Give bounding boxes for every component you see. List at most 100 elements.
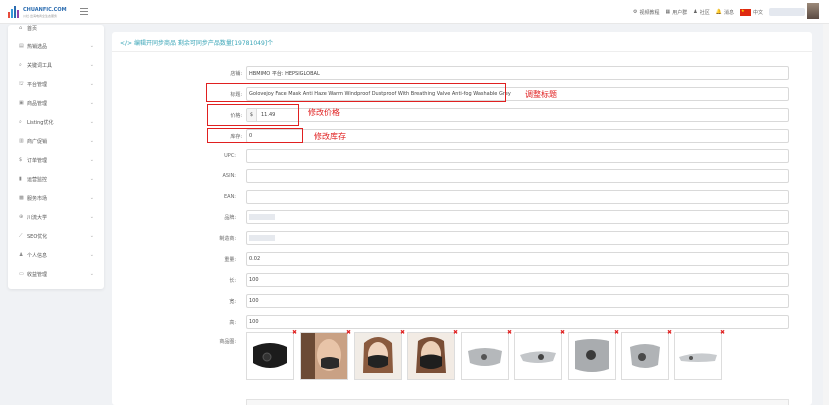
width-input[interactable]: 100 <box>246 294 789 308</box>
upc-input[interactable] <box>246 149 789 163</box>
sidebar-item-earnings[interactable]: ▭ 收益管理 ⌄ <box>8 268 104 280</box>
length-label: 长: <box>229 278 236 284</box>
product-image-thumb[interactable]: ✖ <box>461 329 512 380</box>
model-photo-image <box>355 333 401 379</box>
menu-toggle-icon[interactable] <box>80 8 88 15</box>
code-icon: </> <box>120 40 134 47</box>
nav-user-group[interactable]: ▦ 用户群 <box>665 9 687 16</box>
user-icon: ♟ <box>693 9 698 15</box>
cart-icon: ▤ <box>19 43 24 49</box>
sidebar-item-hot-products[interactable]: ▤ 热销选品 ⌄ <box>8 40 104 52</box>
grid-icon: ▦ <box>665 9 671 15</box>
nav-language[interactable]: 中文 <box>739 8 763 16</box>
remove-image-icon[interactable]: ✖ <box>453 329 458 336</box>
flag-icon <box>739 8 751 16</box>
ean-input[interactable] <box>246 190 789 204</box>
description-editor[interactable] <box>246 399 789 405</box>
stock-annotation: 修改库存 <box>314 132 346 141</box>
remove-image-icon[interactable]: ✖ <box>667 329 672 336</box>
grey-mask-image <box>575 339 609 372</box>
page-scrollbar[interactable] <box>823 24 829 405</box>
black-mask-image <box>253 343 287 368</box>
chevron-down-icon: ⌄ <box>89 81 94 87</box>
sidebar-item-promotion[interactable]: ▥ 商广促销 ⌄ <box>8 135 104 147</box>
sidebar-item-seo[interactable]: ⟋ SEO优化 ⌄ <box>8 230 104 242</box>
sidebar-item-listing[interactable]: ⌕ Listing优化 ⌄ <box>8 116 104 128</box>
chevron-down-icon: ⌄ <box>89 100 94 106</box>
grey-mask-image <box>679 353 717 362</box>
sidebar-item-university[interactable]: ⊕ 川流大学 ⌄ <box>8 211 104 223</box>
product-image-thumb[interactable]: ✖ <box>568 329 619 380</box>
logo-text: CHUANFIC.COM <box>23 7 67 13</box>
model-photo-image <box>301 333 347 379</box>
store-label: 店铺: <box>230 71 242 77</box>
sidebar-item-monitoring[interactable]: ▮ 运营监控 ⌄ <box>8 173 104 185</box>
product-image-thumb[interactable]: ✖ <box>674 329 725 380</box>
manufacturer-input[interactable] <box>246 231 789 245</box>
product-image-thumb[interactable]: ✖ <box>354 329 405 380</box>
sidebar-item-orders[interactable]: $ 订单管理 ⌄ <box>8 154 104 166</box>
grey-mask-image <box>520 351 556 363</box>
chart-icon: ▮ <box>19 176 22 182</box>
title-annotation: 调整标题 <box>525 90 557 99</box>
weight-input[interactable]: 0.02 <box>246 252 789 266</box>
brand-label: 品牌: <box>224 215 236 221</box>
asin-input[interactable] <box>246 169 789 183</box>
person-icon: ♟ <box>19 252 24 258</box>
upc-label: UPC: <box>224 153 236 159</box>
sidebar-item-service-market[interactable]: ▩ 服务市场 ⌄ <box>8 192 104 204</box>
ean-label: EAN: <box>223 194 236 200</box>
brand-input[interactable] <box>246 210 789 224</box>
product-image-thumb[interactable]: ✖ <box>407 329 458 380</box>
shop-icon: ⛫ <box>19 80 24 87</box>
model-photo-image <box>408 333 454 379</box>
store-icon: ▩ <box>19 195 24 201</box>
product-image-thumb[interactable]: ✖ <box>621 329 672 380</box>
stock-highlight-box <box>207 128 303 143</box>
sidebar-item-keyword-tool[interactable]: ⌕ 关键词工具 ⌄ <box>8 59 104 71</box>
grey-mask-image <box>630 344 660 368</box>
sidebar-item-products[interactable]: ▣ 商品管理 ⌄ <box>8 97 104 109</box>
chevron-down-icon: ⌄ <box>89 214 94 220</box>
product-image-thumb[interactable]: ✖ <box>300 329 351 380</box>
product-image-thumb[interactable]: ✖ <box>514 329 565 380</box>
length-input[interactable]: 100 <box>246 273 789 287</box>
edit-panel: </> 编辑开同步商品 剩余可同步产品数量[19781049]个 店铺: HBM… <box>112 32 812 405</box>
nav-messages[interactable]: 🔔 消息 <box>716 9 734 16</box>
nav-community[interactable]: ♟ 社区 <box>693 9 710 16</box>
grey-mask-image <box>468 348 502 366</box>
wallet-icon: ▭ <box>19 271 24 277</box>
manufacturer-label: 制造商: <box>219 236 236 242</box>
magnify-icon: ⌕ <box>19 119 22 125</box>
height-input[interactable]: 100 <box>246 315 789 329</box>
sidebar-item-platform[interactable]: ⛫ 平台管理 ⌄ <box>8 78 104 90</box>
product-image-thumb[interactable]: ✖ <box>246 329 297 380</box>
remove-image-icon[interactable]: ✖ <box>400 329 405 336</box>
store-field: HBMIMO 平台: HEPSIGLOBAL <box>246 66 789 80</box>
nav-video-tutorial[interactable]: ⚙ 视频教程 <box>633 9 660 16</box>
price-highlight-box <box>207 104 299 126</box>
remove-image-icon[interactable]: ✖ <box>720 329 725 336</box>
price-annotation: 修改价格 <box>308 108 340 117</box>
remove-image-icon[interactable]: ✖ <box>614 329 619 336</box>
weight-label: 重量: <box>224 257 236 263</box>
sidebar-item-profile[interactable]: ♟ 个人信息 ⌄ <box>8 249 104 261</box>
remove-image-icon[interactable]: ✖ <box>292 329 297 336</box>
images-label: 商品图: <box>219 339 236 345</box>
sidebar-item-home[interactable]: ⌂ 首页 <box>8 22 104 34</box>
remove-image-icon[interactable]: ✖ <box>346 329 351 336</box>
title-highlight-box <box>206 83 506 102</box>
logo[interactable]: CHUANFIC.COM 川社·出海电商全生态服务 <box>8 4 68 20</box>
top-nav: ⚙视频教程 ▦用户群 ♟社区 🔔消息 中文 <box>633 7 805 17</box>
avatar[interactable] <box>807 3 819 19</box>
ad-icon: ▥ <box>19 138 24 144</box>
logo-icon <box>8 6 20 18</box>
globe-icon: ⊕ <box>19 214 24 220</box>
username[interactable] <box>769 8 805 16</box>
remove-image-icon[interactable]: ✖ <box>507 329 512 336</box>
page-title: </> 编辑开同步商品 剩余可同步产品数量[19781049]个 <box>120 40 274 47</box>
chevron-down-icon: ⌄ <box>89 43 94 49</box>
seo-icon: ⟋ <box>19 233 23 239</box>
box-icon: ▣ <box>19 100 24 106</box>
remove-image-icon[interactable]: ✖ <box>560 329 565 336</box>
